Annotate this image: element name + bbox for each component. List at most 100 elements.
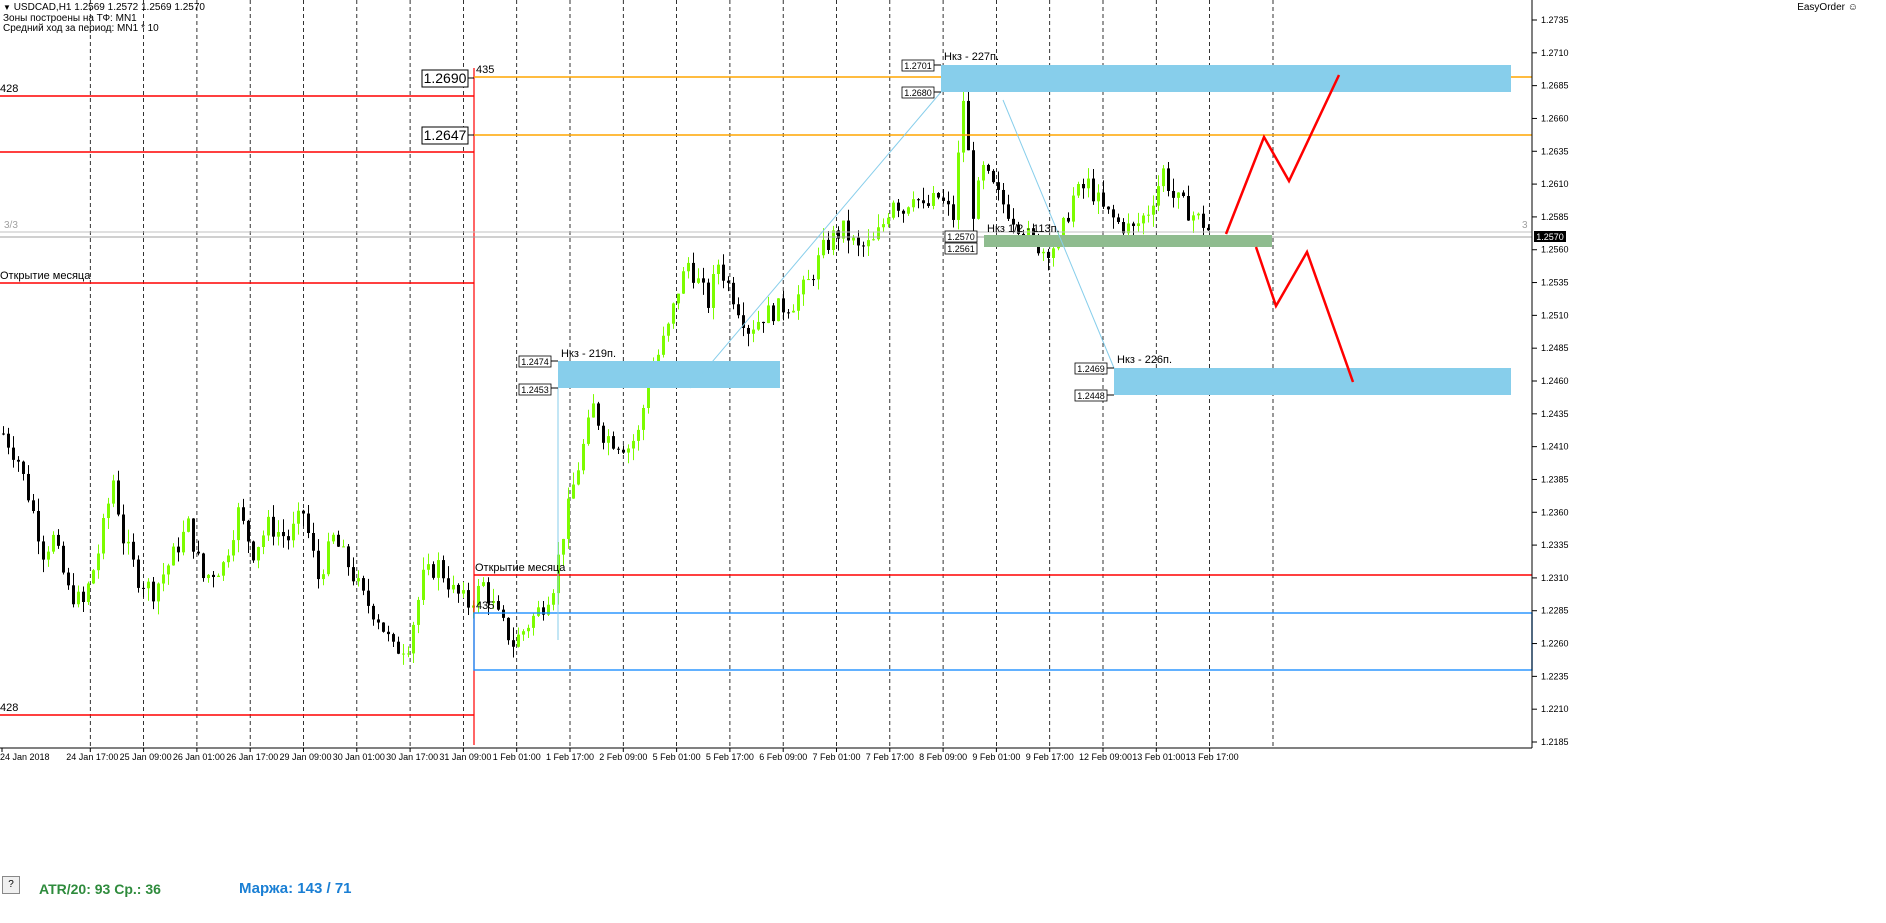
y-tick-label: 1.2235 — [1541, 671, 1569, 681]
candle-body — [912, 199, 915, 208]
candle-body — [17, 459, 20, 462]
candle-body — [857, 237, 860, 246]
y-tick-label: 1.2635 — [1541, 146, 1569, 156]
candle-body — [677, 293, 680, 304]
collapse-triangle-icon[interactable]: ▼ — [3, 3, 11, 12]
candle-body — [307, 513, 310, 533]
candle-body — [412, 624, 415, 654]
candle-body — [122, 514, 125, 544]
candle-body — [357, 578, 360, 582]
candle-body — [1107, 206, 1110, 210]
candle-body — [437, 560, 440, 578]
candle-body — [287, 536, 290, 541]
candle-body — [507, 617, 510, 641]
candle-body — [162, 574, 165, 584]
easy-order-button[interactable]: EasyOrder ☺ — [1797, 2, 1858, 13]
candle-body — [292, 523, 295, 541]
candle-body — [887, 217, 890, 225]
prev-month-open-label: Открытие месяца — [0, 270, 91, 282]
candle-body — [1052, 248, 1055, 258]
candle-body — [632, 440, 635, 449]
x-tick-label: 13 Feb 01:00 — [1132, 752, 1185, 762]
candle-body — [592, 403, 595, 418]
candle-body — [57, 534, 60, 546]
candle-body — [417, 599, 420, 625]
candle-body — [1112, 209, 1115, 218]
level-box-2-text: 1.2647 — [424, 127, 467, 143]
candle-body — [842, 220, 845, 239]
candle-body — [107, 503, 110, 519]
candle-body — [142, 587, 145, 589]
candle-body — [432, 564, 435, 578]
help-button[interactable]: ? — [2, 876, 20, 894]
candle-body — [217, 575, 220, 578]
y-tick-label: 1.2410 — [1541, 442, 1569, 452]
candle-body — [112, 480, 115, 504]
candle-body — [777, 298, 780, 322]
y-tick-label: 1.2660 — [1541, 113, 1569, 123]
candle-body — [512, 640, 515, 647]
x-tick-label: 26 Jan 01:00 — [173, 752, 225, 762]
candle-body — [452, 584, 455, 590]
candle-body — [207, 574, 210, 579]
candle-body — [607, 436, 610, 443]
projection-line-b — [689, 91, 942, 389]
candle-body — [397, 641, 400, 654]
candle-body — [582, 443, 585, 471]
candle-body — [337, 534, 340, 547]
candle-body — [1087, 178, 1090, 189]
candle-body — [642, 407, 645, 430]
month-open-label: Открытие месяца — [475, 562, 566, 574]
candle-body — [692, 262, 695, 283]
candle-body — [197, 551, 200, 554]
candle-body — [782, 298, 785, 313]
x-tick-label: 9 Feb 01:00 — [972, 752, 1020, 762]
candle-body — [1172, 190, 1175, 198]
candle-body — [192, 518, 195, 552]
y-tick-label: 1.2585 — [1541, 212, 1569, 222]
candle-body — [847, 220, 850, 241]
candle-body — [362, 578, 365, 591]
candle-body — [312, 532, 315, 551]
candle-body — [817, 255, 820, 280]
candle-body — [67, 572, 70, 586]
level-435-bottom: 435 — [476, 600, 494, 612]
candle-body — [72, 585, 75, 605]
candle-body — [132, 541, 135, 560]
y-tick-label: 1.2310 — [1541, 573, 1569, 583]
y-tick-label: 1.2560 — [1541, 245, 1569, 255]
candle-body — [552, 593, 555, 605]
candle-body — [572, 484, 575, 499]
candle-body — [767, 305, 770, 324]
candle-body — [622, 449, 625, 453]
zone-219-label: Нкз - 219п. — [561, 348, 616, 360]
candle-body — [172, 546, 175, 566]
candle-body — [1182, 192, 1185, 197]
candle-body — [1007, 204, 1010, 219]
candle-body — [682, 271, 685, 294]
candle-body — [612, 436, 615, 449]
candle-body — [1072, 195, 1075, 222]
y-tick-label: 1.2485 — [1541, 343, 1569, 353]
candle-body — [917, 199, 920, 201]
candle-body — [737, 304, 740, 316]
x-tick-label: 25 Jan 09:00 — [120, 752, 172, 762]
candle-body — [717, 264, 720, 275]
candle-body — [827, 239, 830, 250]
candle-body — [597, 403, 600, 426]
candle-body — [1137, 223, 1140, 227]
candle-body — [932, 192, 935, 206]
candle-body — [367, 590, 370, 606]
level-box-1-text: 1.2690 — [424, 70, 467, 86]
candle-body — [627, 448, 630, 453]
candle-body — [882, 224, 885, 228]
candle-body — [352, 567, 355, 582]
candle-body — [942, 197, 945, 201]
y-axis-ticks: 1.2735 1.2710 1.2685 1.2660 1.2635 1.2610 1.25… — [1532, 15, 1569, 747]
candle-body — [387, 631, 390, 635]
forecast-down — [1254, 246, 1355, 383]
candle-body — [97, 553, 100, 571]
x-tick-label: 1 Feb 17:00 — [546, 752, 594, 762]
price-chart[interactable]: 428 428 435 435 Открытие месяца Открытие… — [0, 0, 1886, 923]
candle-body — [1092, 178, 1095, 202]
